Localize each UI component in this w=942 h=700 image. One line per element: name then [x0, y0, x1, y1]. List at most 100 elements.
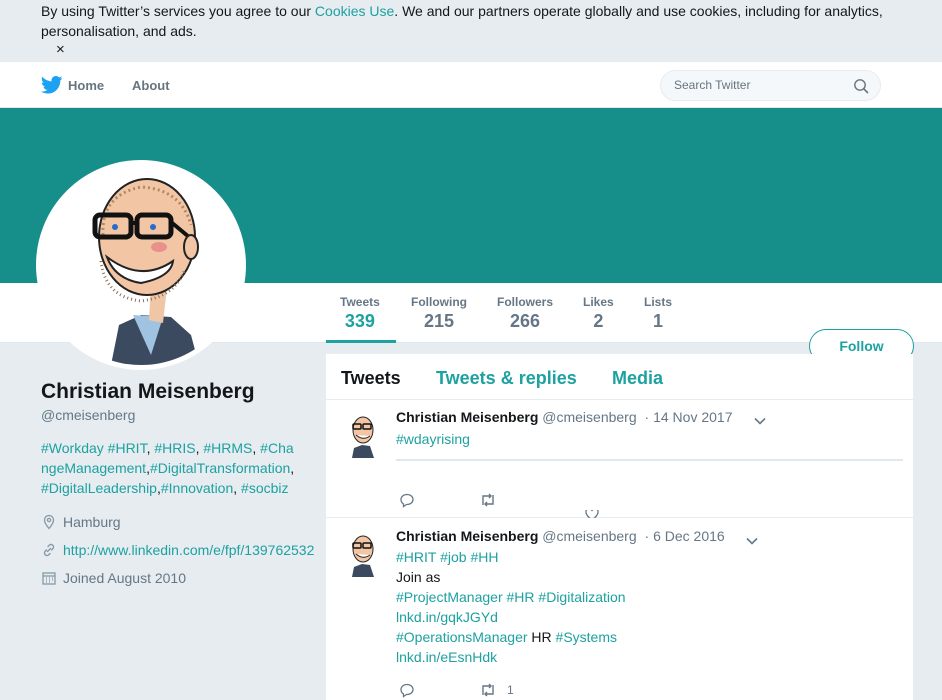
location-pin-icon: [43, 514, 55, 530]
location-text: Hamburg: [63, 514, 121, 530]
tweet[interactable]: Christian Meisenberg @cmeisenberg · 6 De…: [326, 518, 913, 700]
text-segment: ,: [252, 440, 261, 456]
profile-sidebar: Christian Meisenberg @cmeisenberg #Workd…: [41, 378, 321, 588]
profile-url: http://www.linkedin.com/e/fpf/139762532: [41, 540, 321, 560]
avatar[interactable]: [36, 160, 246, 370]
retweet-action[interactable]: [479, 492, 503, 508]
tab-tweets[interactable]: Tweets: [341, 368, 401, 389]
like-action[interactable]: [584, 510, 600, 518]
cookie-banner: By using Twitter’s services you agree to…: [0, 0, 942, 62]
profile-url-link[interactable]: http://www.linkedin.com/e/fpf/139762532: [63, 542, 314, 558]
hashtag-link[interactable]: #HRIS: [154, 440, 195, 456]
hashtag-link[interactable]: #HH: [470, 549, 498, 565]
tweet-card-divider: [396, 459, 903, 461]
search-box: [660, 70, 881, 101]
heart-icon: [585, 510, 599, 518]
cookies-use-link[interactable]: Cookies Use: [315, 3, 394, 19]
tweet-avatar[interactable]: [344, 410, 380, 458]
hashtag-link[interactable]: #Innovation: [161, 480, 233, 496]
stat-lists[interactable]: Lists 1: [644, 295, 672, 332]
stat-label: Following: [411, 295, 467, 309]
tweet-date[interactable]: · 6 Dec 2016: [645, 528, 725, 544]
chevron-down-icon[interactable]: [754, 417, 766, 425]
timeline: Tweets Tweets & replies Media Christian …: [326, 354, 913, 700]
profile-name[interactable]: Christian Meisenberg: [41, 378, 321, 406]
hashtag-link[interactable]: #DigitalTransformation: [150, 460, 290, 476]
retweet-count: 1: [507, 683, 514, 697]
tweet[interactable]: Christian Meisenberg @cmeisenberg · 14 N…: [326, 400, 913, 518]
reply-icon: [400, 683, 414, 698]
hashtag-link[interactable]: #socbiz: [241, 480, 288, 496]
tweet-line: #HRIT #job #HH: [396, 547, 626, 567]
stat-value: 2: [593, 311, 604, 331]
reply-icon: [400, 493, 414, 508]
hashtag-link[interactable]: #DigitalLeadership: [41, 480, 157, 496]
reply-action[interactable]: [399, 682, 415, 698]
tweet-author-name[interactable]: Christian Meisenberg: [396, 409, 538, 425]
hashtag-link[interactable]: #HRMS: [203, 440, 252, 456]
tweet-line: lnkd.in/gqkJGYd: [396, 607, 626, 627]
tweet-avatar[interactable]: [344, 529, 380, 577]
hashtag-link[interactable]: #HRIT: [396, 549, 436, 565]
tweet-line: Join as: [396, 567, 626, 587]
hashtag-link[interactable]: lnkd.in/gqkJGYd: [396, 609, 498, 625]
text-segment: HR: [527, 629, 556, 645]
tweet-author-handle[interactable]: @cmeisenberg: [542, 409, 636, 425]
tweet-author-handle[interactable]: @cmeisenberg: [542, 528, 636, 544]
stat-label: Tweets: [340, 295, 380, 309]
stat-value: 266: [509, 311, 541, 331]
retweet-action[interactable]: 1: [479, 682, 514, 698]
joined-text: Joined August 2010: [63, 570, 186, 586]
chevron-down-icon[interactable]: [746, 537, 758, 545]
profile-joined: Joined August 2010: [41, 568, 321, 588]
hashtag-link[interactable]: #Workday: [41, 440, 104, 456]
hashtag-link[interactable]: #OperationsManager: [396, 629, 528, 645]
hashtag-link[interactable]: #HRIT: [108, 440, 147, 456]
hashtag-link[interactable]: #Digitalization: [538, 589, 625, 605]
stat-tweets[interactable]: Tweets 339: [340, 295, 380, 332]
active-tab-indicator: [326, 340, 396, 343]
tab-media[interactable]: Media: [612, 368, 663, 389]
tweet-line: lnkd.in/eEsnHdk: [396, 647, 626, 667]
profile-bio: #Workday #HRIT, #HRIS, #HRMS, #ChangeMan…: [41, 438, 299, 498]
timeline-tabs: Tweets Tweets & replies Media: [326, 354, 913, 400]
tweet-text: #wdayrising: [396, 429, 470, 449]
hashtag-link[interactable]: #job: [440, 549, 466, 565]
nav-home[interactable]: Home: [68, 78, 104, 93]
tweet-author-name[interactable]: Christian Meisenberg: [396, 528, 538, 544]
calendar-icon: [42, 572, 56, 585]
profile-location: Hamburg: [41, 512, 321, 532]
tweet-line: #ProjectManager #HR #Digitalization: [396, 587, 626, 607]
close-icon[interactable]: ×: [56, 41, 65, 59]
tab-tweets-and-replies[interactable]: Tweets & replies: [436, 368, 577, 389]
stat-value: 1: [653, 311, 664, 331]
tweet-line: #wdayrising: [396, 429, 470, 449]
reply-action[interactable]: [399, 492, 415, 508]
hashtag-link[interactable]: #HR: [507, 589, 535, 605]
hashtag-link[interactable]: #ProjectManager: [396, 589, 503, 605]
search-input[interactable]: [674, 78, 844, 92]
profile-handle[interactable]: @cmeisenberg: [41, 407, 321, 423]
tweet-line: #OperationsManager HR #Systems: [396, 627, 626, 647]
nav-about[interactable]: About: [132, 78, 170, 93]
hashtag-link[interactable]: lnkd.in/eEsnHdk: [396, 649, 497, 665]
stat-value: 215: [423, 311, 455, 331]
text-segment: ,: [233, 480, 242, 496]
retweet-icon: [482, 683, 494, 697]
stat-label: Lists: [644, 295, 673, 309]
hashtag-link[interactable]: #wdayrising: [396, 431, 470, 447]
stat-value: 339: [344, 311, 375, 331]
search-icon[interactable]: [853, 78, 869, 94]
twitter-bird-icon[interactable]: [41, 76, 63, 94]
tweet-date[interactable]: · 14 Nov 2017: [645, 409, 733, 425]
tweet-header: Christian Meisenberg @cmeisenberg · 6 De…: [396, 528, 725, 544]
stat-likes[interactable]: Likes 2: [583, 295, 614, 332]
stat-followers[interactable]: Followers 266: [497, 295, 553, 332]
tweet-header: Christian Meisenberg @cmeisenberg · 14 N…: [396, 409, 732, 425]
stat-following[interactable]: Following 215: [411, 295, 467, 332]
tweet-text: #HRIT #job #HH Join as #ProjectManager #HR…: [396, 547, 626, 667]
cookie-text-before: By using Twitter’s services you agree to…: [41, 3, 315, 19]
avatar-caricature-icon: [41, 165, 241, 365]
top-nav: Home About: [0, 62, 942, 108]
hashtag-link[interactable]: #Systems: [556, 629, 617, 645]
